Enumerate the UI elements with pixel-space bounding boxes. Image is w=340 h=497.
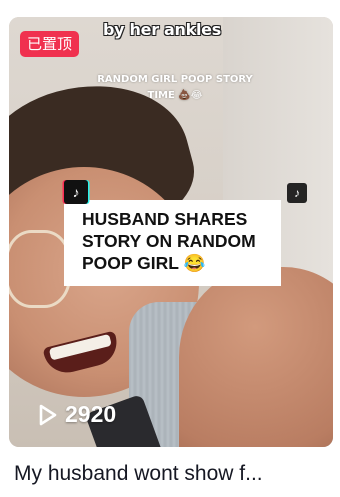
play-icon [39, 404, 57, 425]
thumbnail-glasses [9, 230, 71, 308]
overlay-top-caption: by her ankles [103, 20, 221, 39]
view-count: 2920 [37, 401, 116, 428]
headline-line: POOP GIRL 😂 [82, 253, 206, 273]
video-card[interactable]: by her ankles 已置顶 RANDOM GIRL POOP STORY… [0, 0, 340, 497]
headline-overlay: HUSBAND SHARES STORY ON RANDOM POOP GIRL… [64, 200, 281, 286]
view-count-value: 2920 [65, 401, 117, 427]
headline-line: STORY ON RANDOM [82, 231, 256, 251]
video-title[interactable]: My husband wont show f... [14, 461, 334, 487]
thumbnail-shoulder [179, 267, 333, 447]
overlay-sub-caption: RANDOM GIRL POOP STORY TIME 💩😂 [97, 74, 253, 101]
tiktok-logo-icon: ♪ [64, 180, 88, 204]
pinned-badge: 已置顶 [20, 31, 80, 57]
headline-line: HUSBAND SHARES [82, 209, 248, 229]
tiktok-logo-icon: ♪ [287, 183, 307, 203]
